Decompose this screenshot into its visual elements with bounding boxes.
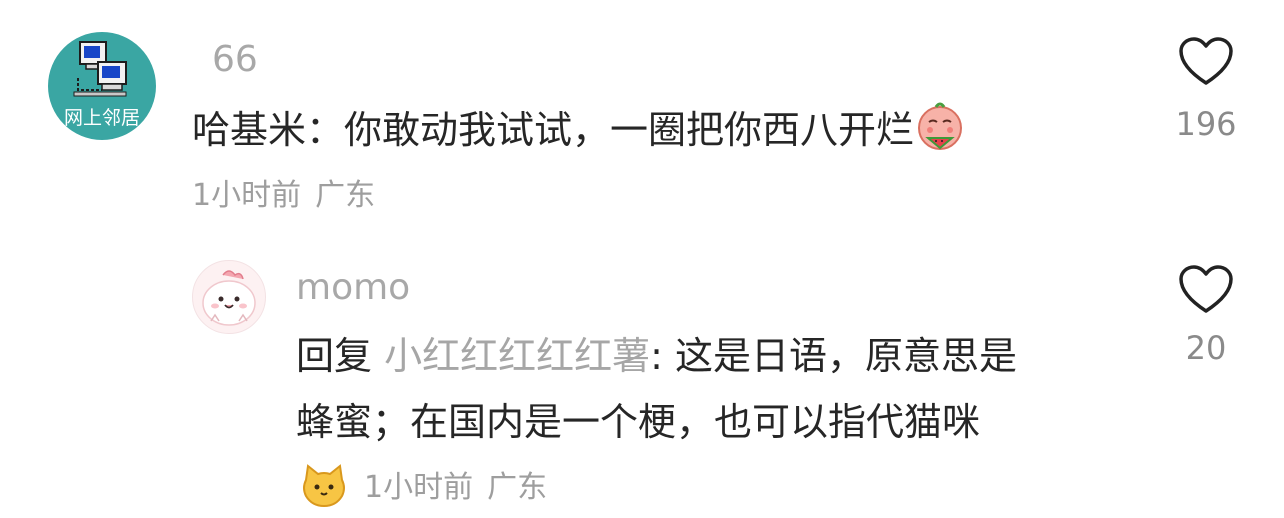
- comment-username[interactable]: 66: [212, 38, 258, 82]
- reply-time: 1小时前: [364, 470, 474, 505]
- reply-like-count: 20: [1185, 329, 1227, 367]
- reply-body-line1: : 这是日语，原意思是: [650, 334, 1018, 378]
- cat-face-emoji-icon: [300, 462, 348, 514]
- reply-location: 广东: [487, 470, 548, 505]
- comment-body: 哈基米：你敢动我试试，一圈把你西八开烂: [192, 108, 915, 152]
- reply-text-line1: 回复 小红红红红红薯: 这是日语，原意思是: [296, 330, 1017, 382]
- comment-like-count: 196: [1175, 105, 1237, 143]
- reply-meta: 1小时前 广东: [364, 468, 547, 508]
- comment-text: 哈基米：你敢动我试试，一圈把你西八开烂: [192, 100, 966, 165]
- heart-outline-icon[interactable]: [1178, 264, 1234, 316]
- comment-meta: 1小时前 广东: [192, 176, 375, 216]
- avatar[interactable]: 网上邻居: [48, 32, 156, 140]
- reply-label: 回复: [296, 334, 373, 378]
- reply-text-line2: 蜂蜜；在国内是一个梗，也可以指代猫咪: [296, 400, 981, 444]
- comment-location: 广东: [315, 178, 376, 213]
- heart-outline-icon[interactable]: [1178, 36, 1234, 88]
- comment-like-button[interactable]: 196: [1156, 36, 1256, 144]
- comment-time: 1小时前: [192, 178, 302, 213]
- reply-like-button[interactable]: 20: [1156, 264, 1256, 368]
- reply-username[interactable]: momo: [296, 266, 410, 310]
- reply-mention[interactable]: 小红红红红红薯: [384, 334, 650, 378]
- reply-avatar[interactable]: [192, 260, 266, 334]
- pink-character-avatar-icon: [202, 270, 256, 326]
- watermelon-face-emoji-icon: [914, 100, 966, 165]
- network-computer-icon: [73, 41, 127, 97]
- avatar-caption: 网上邻居: [63, 107, 140, 129]
